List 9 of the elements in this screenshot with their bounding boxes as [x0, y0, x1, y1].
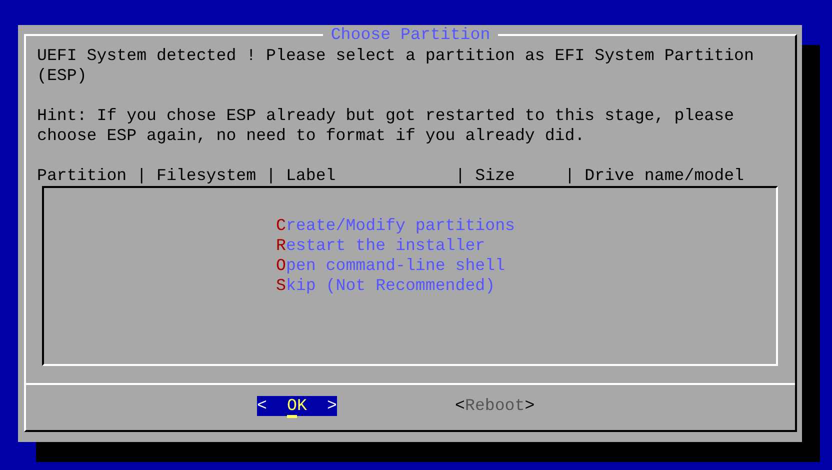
message-text: UEFI System detected ! Please select a partition as EFI System Partition (ESP): [37, 46, 755, 86]
menu-item[interactable]: Open command-line shell: [276, 256, 506, 276]
dialog-button[interactable]: <Reboot>: [455, 396, 535, 416]
menu-item[interactable]: Restart the installer: [276, 236, 486, 256]
column-header: Partition | Filesystem | Label | Size | Drive name/model: [37, 166, 746, 186]
menu-item[interactable]: Create/Modify partitions: [276, 216, 515, 236]
menu-item[interactable]: Skip (Not Recommended): [276, 276, 496, 296]
message-text: Hint: If you chose ESP already but got restarted to this stage, please choose ESP again, no need to format if you already did.: [37, 106, 736, 146]
dialog-button[interactable]: < OK >: [257, 396, 337, 416]
